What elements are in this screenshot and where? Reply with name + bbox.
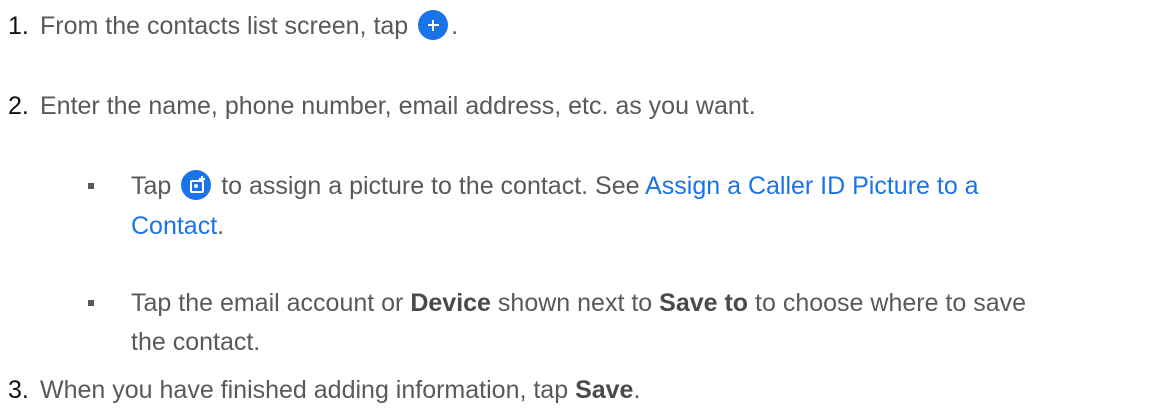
- step-text-end: .: [633, 376, 641, 404]
- save-label: Save: [575, 376, 634, 404]
- step-number: 2.: [8, 92, 29, 120]
- step-text: Enter the name, phone number, email addr…: [40, 92, 756, 120]
- bullet-text: to choose where to save: [755, 289, 1027, 317]
- device-label: Device: [410, 289, 491, 317]
- bullet-text: Tap the email account or: [131, 289, 404, 317]
- step-number: 1.: [8, 12, 29, 40]
- save-to-label: Save to: [659, 289, 749, 317]
- bullet-text: Tap: [131, 172, 172, 200]
- step-text: When you have finished adding informatio…: [40, 376, 569, 404]
- bullet-marker: [88, 300, 94, 306]
- bullet-text: shown next to: [497, 289, 653, 317]
- bullet-text: to assign a picture to the contact. See: [221, 172, 640, 200]
- add-contact-plus-icon: [418, 10, 449, 41]
- add-photo-camera-icon: [181, 170, 212, 201]
- caller-id-picture-link-continued[interactable]: Contact: [131, 212, 217, 240]
- step-text-end: .: [451, 12, 459, 40]
- bullet-text: the contact.: [131, 328, 261, 356]
- step-text: From the contacts list screen, tap: [40, 12, 409, 40]
- bullet-text-end: .: [217, 212, 225, 240]
- bullet-marker: [88, 183, 94, 189]
- caller-id-picture-link[interactable]: Assign a Caller ID Picture to a: [645, 172, 978, 200]
- step-number: 3.: [8, 376, 29, 404]
